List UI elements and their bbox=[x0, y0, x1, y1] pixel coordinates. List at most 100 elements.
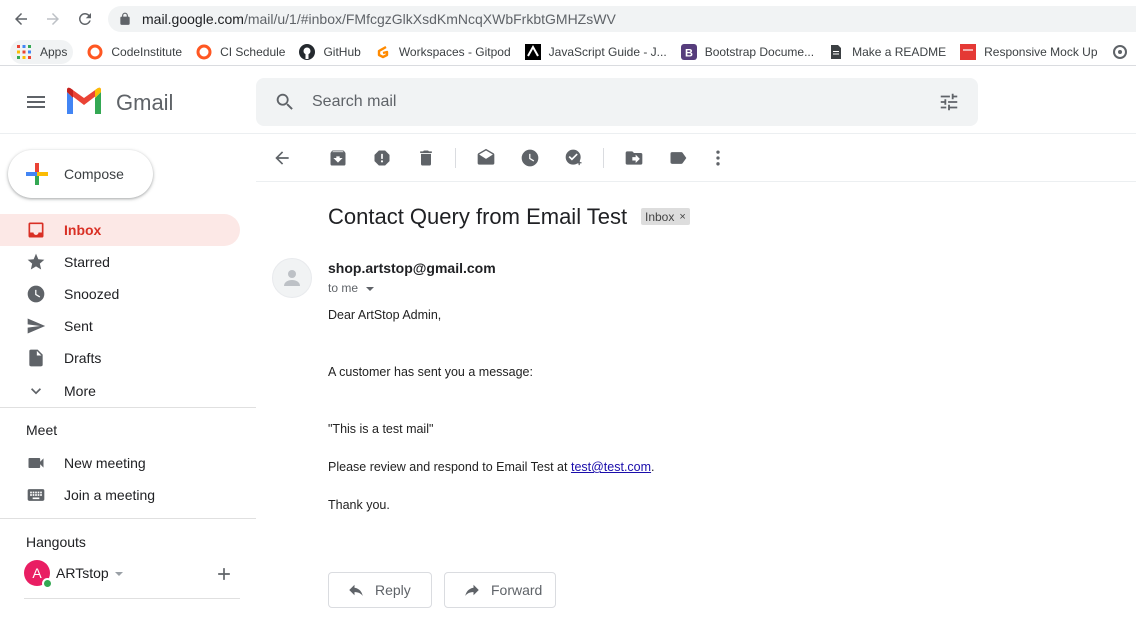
draft-icon bbox=[29, 349, 43, 367]
document-icon bbox=[828, 44, 844, 60]
lock-icon bbox=[120, 12, 130, 25]
bookmark-github[interactable]: GitHub bbox=[299, 40, 361, 64]
star-icon bbox=[27, 253, 45, 270]
url-path: /mail/u/1/#inbox/FMfcgzGlkXsdKmNcqXWbFrk… bbox=[243, 11, 616, 27]
keyboard-icon bbox=[27, 489, 45, 501]
add-icon[interactable] bbox=[214, 564, 234, 584]
address-bar[interactable]: mail.google.com/mail/u/1/#inbox/FMfcgzGl… bbox=[108, 6, 1136, 32]
url-host: mail.google.com bbox=[142, 11, 244, 27]
forward-arrow-icon[interactable] bbox=[42, 8, 64, 30]
videocam-icon bbox=[28, 458, 44, 468]
svg-text:B: B bbox=[685, 47, 693, 59]
bookmark-apps[interactable]: Apps bbox=[10, 39, 74, 64]
mark-unread-icon[interactable] bbox=[474, 146, 498, 170]
codeinstitute-icon bbox=[87, 44, 103, 60]
inbox-icon bbox=[28, 222, 44, 238]
back-to-inbox-icon[interactable] bbox=[270, 146, 294, 170]
sidebar-divider bbox=[24, 598, 240, 599]
recipient-details[interactable]: to me bbox=[328, 281, 375, 295]
hangouts-section-title: Hangouts bbox=[26, 534, 86, 550]
snooze-icon[interactable] bbox=[518, 146, 542, 170]
bootstrap-icon: B bbox=[680, 43, 697, 60]
reload-icon[interactable] bbox=[74, 8, 96, 30]
message-view: Contact Query from Email Test Inbox × sh… bbox=[256, 134, 1136, 618]
bookmarks-bar: Apps CodeInstitute CI Schedule GitHub Wo… bbox=[0, 38, 1136, 66]
label-icon[interactable] bbox=[666, 146, 690, 170]
meet-section-title: Meet bbox=[26, 422, 58, 438]
move-to-icon[interactable] bbox=[622, 146, 646, 170]
sidebar-item-more[interactable]: More bbox=[0, 374, 240, 408]
caret-down-icon[interactable] bbox=[114, 572, 123, 576]
hangouts-user[interactable]: A ARTstop bbox=[24, 560, 123, 589]
online-status-icon bbox=[42, 578, 53, 589]
chevron-down-icon bbox=[31, 388, 41, 395]
reply-icon bbox=[349, 584, 363, 596]
review-text: Please review and respond to Email Test … bbox=[328, 460, 655, 474]
sidebar-divider bbox=[0, 518, 256, 519]
inbox-label-chip[interactable]: Inbox × bbox=[641, 208, 690, 225]
github-icon bbox=[299, 43, 316, 60]
bookmark-r[interactable]: R bbox=[1112, 40, 1136, 64]
intro-text: A customer has sent you a message: bbox=[328, 365, 533, 379]
sidebar-item-drafts[interactable]: Drafts bbox=[0, 342, 240, 374]
gitpod-icon bbox=[375, 44, 391, 60]
gmail-header: Gmail bbox=[0, 66, 1136, 134]
mdn-icon bbox=[524, 43, 541, 60]
search-options-icon[interactable] bbox=[938, 91, 960, 113]
hangouts-user-name: ARTstop bbox=[56, 565, 109, 581]
report-spam-icon[interactable] bbox=[370, 146, 394, 170]
search-input[interactable] bbox=[312, 78, 912, 126]
remove-label-icon[interactable]: × bbox=[679, 211, 685, 223]
sidebar-item-snoozed[interactable]: Snoozed bbox=[0, 278, 240, 310]
bookmark-ci-schedule[interactable]: CI Schedule bbox=[196, 40, 285, 64]
codeinstitute-icon bbox=[196, 44, 212, 60]
customer-email-link[interactable]: test@test.com bbox=[571, 460, 651, 474]
app-name[interactable]: Gmail bbox=[116, 90, 173, 116]
caret-down-icon[interactable] bbox=[366, 287, 375, 291]
message-toolbar bbox=[256, 134, 1136, 182]
bookmark-codeinstitute[interactable]: CodeInstitute bbox=[87, 40, 182, 64]
new-meeting-button[interactable]: New meeting bbox=[26, 447, 146, 479]
sidebar-item-inbox[interactable]: Inbox bbox=[0, 214, 240, 246]
back-arrow-icon[interactable] bbox=[10, 8, 32, 30]
toolbar-separator bbox=[603, 148, 604, 168]
bookmark-make-readme[interactable]: Make a README bbox=[828, 40, 946, 64]
sidebar-divider bbox=[0, 407, 256, 408]
join-meeting-button[interactable]: Join a meeting bbox=[26, 479, 155, 511]
mail-folders: Inbox Starred Snoozed Sent Drafts More bbox=[0, 214, 240, 408]
search-bar[interactable] bbox=[256, 78, 978, 126]
search-icon[interactable] bbox=[274, 91, 296, 113]
delete-icon[interactable] bbox=[414, 146, 438, 170]
archive-icon[interactable] bbox=[326, 146, 350, 170]
sidebar-item-starred[interactable]: Starred bbox=[0, 246, 240, 278]
compose-plus-icon bbox=[26, 163, 48, 185]
apps-grid-icon bbox=[16, 44, 32, 60]
bookmark-javascript-guide[interactable]: JavaScript Guide - J... bbox=[524, 40, 667, 64]
message-subject: Contact Query from Email Test bbox=[328, 204, 628, 229]
globe-icon bbox=[1112, 44, 1128, 60]
bookmark-responsive-mockup[interactable]: Responsive Mock Up bbox=[960, 40, 1098, 64]
bookmark-gitpod[interactable]: Workspaces - Gitpod bbox=[375, 40, 511, 64]
forward-button[interactable]: Forward bbox=[444, 572, 556, 608]
gmail-logo-icon[interactable] bbox=[64, 86, 104, 116]
send-icon bbox=[27, 318, 46, 334]
main-menu-icon[interactable] bbox=[24, 90, 48, 114]
sender-avatar[interactable] bbox=[272, 258, 312, 298]
mockup-icon bbox=[960, 43, 977, 60]
compose-button[interactable]: Compose bbox=[8, 150, 153, 198]
clock-icon bbox=[27, 285, 45, 303]
forward-icon bbox=[465, 584, 479, 596]
thanks-text: Thank you. bbox=[328, 498, 390, 512]
person-icon bbox=[284, 270, 300, 286]
bookmark-bootstrap[interactable]: B Bootstrap Docume... bbox=[680, 40, 814, 64]
sidebar-item-sent[interactable]: Sent bbox=[0, 310, 240, 342]
reply-button[interactable]: Reply bbox=[328, 572, 432, 608]
sidebar: Compose Inbox Starred Snoozed Sent Draft… bbox=[0, 134, 256, 618]
quoted-message: "This is a test mail" bbox=[328, 422, 434, 436]
greeting-text: Dear ArtStop Admin, bbox=[328, 308, 442, 322]
add-to-tasks-icon[interactable] bbox=[562, 146, 586, 170]
browser-toolbar: mail.google.com/mail/u/1/#inbox/FMfcgzGl… bbox=[0, 0, 1136, 38]
avatar: A bbox=[24, 560, 53, 589]
sender-email[interactable]: shop.artstop@gmail.com bbox=[328, 260, 496, 276]
more-options-icon[interactable] bbox=[706, 146, 730, 170]
